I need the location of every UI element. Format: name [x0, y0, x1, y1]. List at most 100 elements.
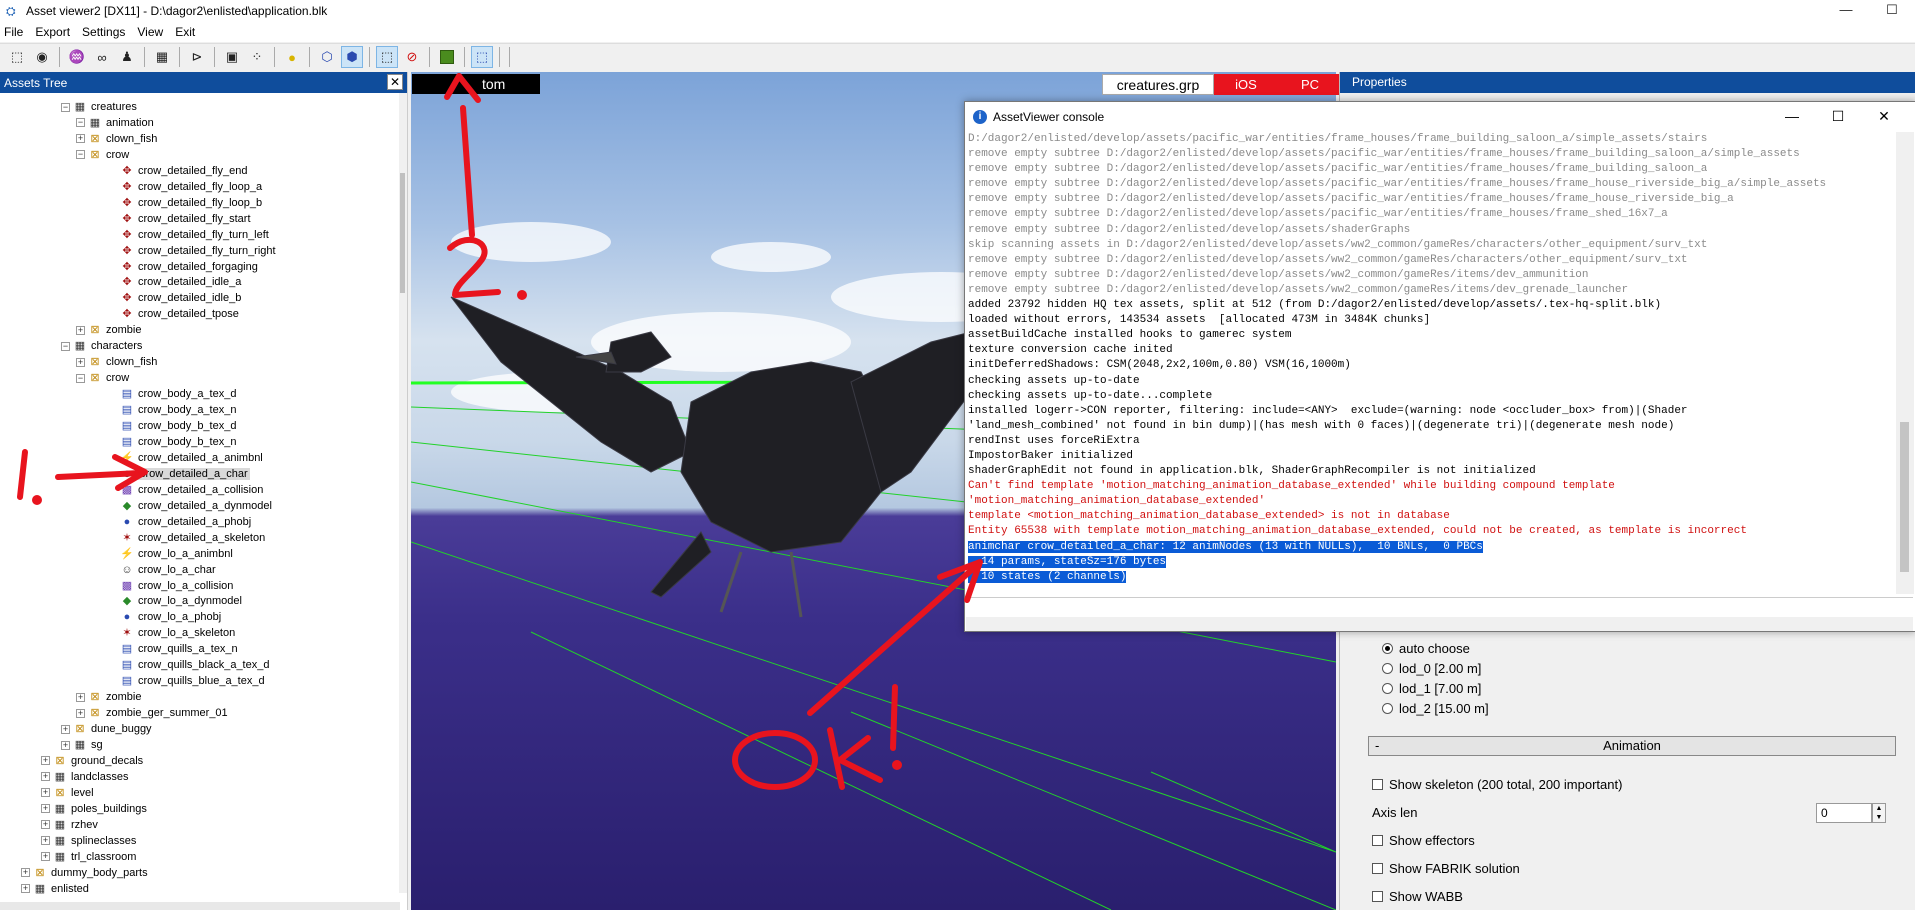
expand-icon[interactable]: + [41, 820, 50, 830]
dots-icon[interactable]: ⁘ [246, 46, 268, 68]
tree-item[interactable]: + ▦ rzhev [41, 817, 98, 833]
expand-icon[interactable]: + [41, 756, 50, 766]
expand-icon[interactable]: + [61, 724, 70, 734]
maximize-button[interactable]: ☐ [1869, 0, 1915, 22]
expand-icon[interactable]: + [76, 708, 85, 718]
expand-icon[interactable]: + [41, 852, 50, 862]
checkbox-icon[interactable] [1372, 891, 1383, 902]
expand-icon[interactable]: + [76, 325, 85, 335]
checkbox-icon[interactable] [1372, 835, 1383, 846]
tree-item[interactable]: ▤ crow_body_b_tex_n [120, 434, 237, 450]
console-input[interactable] [966, 597, 1913, 617]
tree-item[interactable]: + ▦ sg [61, 737, 103, 753]
collapse-icon[interactable]: - [1375, 737, 1379, 755]
collapse-icon[interactable]: − [61, 341, 70, 351]
tree-item[interactable]: ✥ crow_detailed_fly_turn_left [120, 227, 268, 243]
tree-item[interactable]: − ▦ characters [61, 338, 142, 354]
tree-item[interactable]: + ⊠ clown_fish [76, 354, 157, 370]
tree-item[interactable]: + ▦ poles_buildings [41, 801, 147, 817]
frame-icon[interactable]: ⬚ [6, 46, 28, 68]
expand-icon[interactable]: + [41, 788, 50, 798]
tree-item[interactable]: ✥ crow_detailed_fly_loop_b [120, 195, 262, 211]
tree-item[interactable]: ✥ crow_detailed_tpose [120, 306, 239, 322]
tree-item[interactable]: + ▦ enlisted [21, 881, 89, 897]
tree-item[interactable]: + ⊠ zombie_ger_summer_01 [76, 705, 228, 721]
console-scrollbar[interactable] [1896, 132, 1914, 594]
tree-item[interactable]: + ⊠ dune_buggy [61, 721, 152, 737]
menu-export[interactable]: Export [31, 25, 78, 39]
checkbox-icon[interactable] [1372, 863, 1383, 874]
show-wabb-checkbox[interactable]: Show WABB [1372, 889, 1463, 904]
tree-item[interactable]: − ⊠ crow [76, 147, 129, 163]
console-scrollbar-thumb[interactable] [1900, 422, 1909, 572]
green-square-icon[interactable] [436, 46, 458, 68]
show-effectors-checkbox[interactable]: Show effectors [1372, 833, 1475, 848]
tree-item[interactable]: ◆ crow_lo_a_dynmodel [120, 593, 242, 609]
camera-icon[interactable]: ▣ [221, 46, 243, 68]
expand-icon[interactable]: + [76, 692, 85, 702]
tree-item[interactable]: ▤ crow_body_a_tex_n [120, 402, 237, 418]
lod-radio-2[interactable]: lod_2 [15.00 m] [1382, 701, 1489, 716]
menu-settings[interactable]: Settings [78, 25, 133, 39]
sun-icon[interactable]: ● [281, 46, 303, 68]
collapse-icon[interactable]: − [61, 102, 70, 112]
console-log[interactable]: D:/dagor2/enlisted/develop/assets/pacifi… [966, 132, 1888, 594]
lod-radio-auto[interactable]: auto choose [1382, 641, 1470, 656]
radio-icon[interactable] [1382, 683, 1393, 694]
tree-item[interactable]: ⚡ crow_lo_a_animbnl [120, 546, 233, 562]
close-icon[interactable]: ✕ [387, 74, 403, 90]
tree-item[interactable]: + ⊠ dummy_body_parts [21, 865, 148, 881]
console-minimize-button[interactable]: — [1769, 102, 1815, 130]
collapse-icon[interactable]: − [76, 118, 85, 128]
tree-item[interactable]: ✶ crow_lo_a_skeleton [120, 625, 235, 641]
console-close-button[interactable]: ✕ [1861, 102, 1907, 130]
expand-icon[interactable]: + [41, 804, 50, 814]
menu-file[interactable]: File [0, 25, 31, 39]
cube-solid-icon[interactable]: ⬢ [341, 46, 363, 68]
tree-item[interactable]: ✥ crow_detailed_fly_start [120, 211, 250, 227]
tree-item[interactable]: ▩ crow_lo_a_collision [120, 578, 234, 594]
tree-item[interactable]: ✥ crow_detailed_fly_turn_right [120, 243, 275, 259]
expand-icon[interactable]: + [21, 884, 30, 894]
expand-icon[interactable]: + [61, 740, 70, 750]
dotted-frame-icon[interactable]: ⬚ [471, 46, 493, 68]
tree-item[interactable]: ✥ crow_detailed_fly_loop_a [120, 179, 262, 195]
tree-item[interactable]: + ⊠ clown_fish [76, 131, 157, 147]
animation-group-header[interactable]: - Animation [1368, 736, 1896, 756]
tree-item[interactable]: ▤ crow_body_b_tex_d [120, 418, 237, 434]
minimize-button[interactable]: — [1823, 0, 1869, 22]
tree-item[interactable]: ☺ crow_lo_a_char [120, 562, 215, 578]
tree-item[interactable]: + ⊠ level [41, 785, 94, 801]
console-title-bar[interactable]: i AssetViewer console — ☐ ✕ [965, 102, 1915, 132]
lod-radio-1[interactable]: lod_1 [7.00 m] [1382, 681, 1481, 696]
expand-icon[interactable]: + [41, 836, 50, 846]
tree-item[interactable]: ⚡ crow_detailed_a_animbnl [120, 450, 263, 466]
tree-item[interactable]: + ▦ landclasses [41, 769, 128, 785]
tree-item[interactable]: ☺ crow_detailed_a_char [120, 466, 250, 482]
expand-icon[interactable]: + [76, 134, 85, 144]
checkbox-icon[interactable] [1372, 779, 1383, 790]
tree-item[interactable]: ✥ crow_detailed_idle_a [120, 274, 241, 290]
collapse-icon[interactable]: − [76, 150, 85, 160]
links-icon[interactable]: ∞ [91, 46, 113, 68]
tree-item[interactable]: + ▦ trl_classroom [41, 849, 136, 865]
tree-item[interactable]: ✶ crow_detailed_a_skeleton [120, 530, 265, 546]
tree-item[interactable]: ✥ crow_detailed_idle_b [120, 290, 241, 306]
expand-icon[interactable]: + [76, 357, 85, 367]
collapse-icon[interactable]: − [76, 373, 85, 383]
radio-selected-icon[interactable] [1382, 643, 1393, 654]
camera-back-icon[interactable]: ⊳ [186, 46, 208, 68]
tree-horizontal-scrollbar[interactable] [0, 902, 400, 910]
axis-len-spinner[interactable]: ▲ ▼ [1872, 803, 1886, 823]
menu-view[interactable]: View [133, 25, 171, 39]
tree-item[interactable]: ▩ crow_detailed_a_collision [120, 482, 264, 498]
figure-icon[interactable]: ♟ [116, 46, 138, 68]
tree-item[interactable]: ▤ crow_quills_blue_a_tex_d [120, 673, 265, 689]
radio-icon[interactable] [1382, 703, 1393, 714]
grid-icon[interactable]: ▦ [151, 46, 173, 68]
tree-item[interactable]: ● crow_lo_a_phobj [120, 609, 222, 625]
expand-icon[interactable]: + [21, 868, 30, 878]
tree-scrollbar[interactable] [399, 93, 407, 893]
show-skeleton-checkbox[interactable]: Show skeleton (200 total, 200 important) [1372, 777, 1622, 792]
tree-item[interactable]: + ⊠ ground_decals [41, 753, 143, 769]
